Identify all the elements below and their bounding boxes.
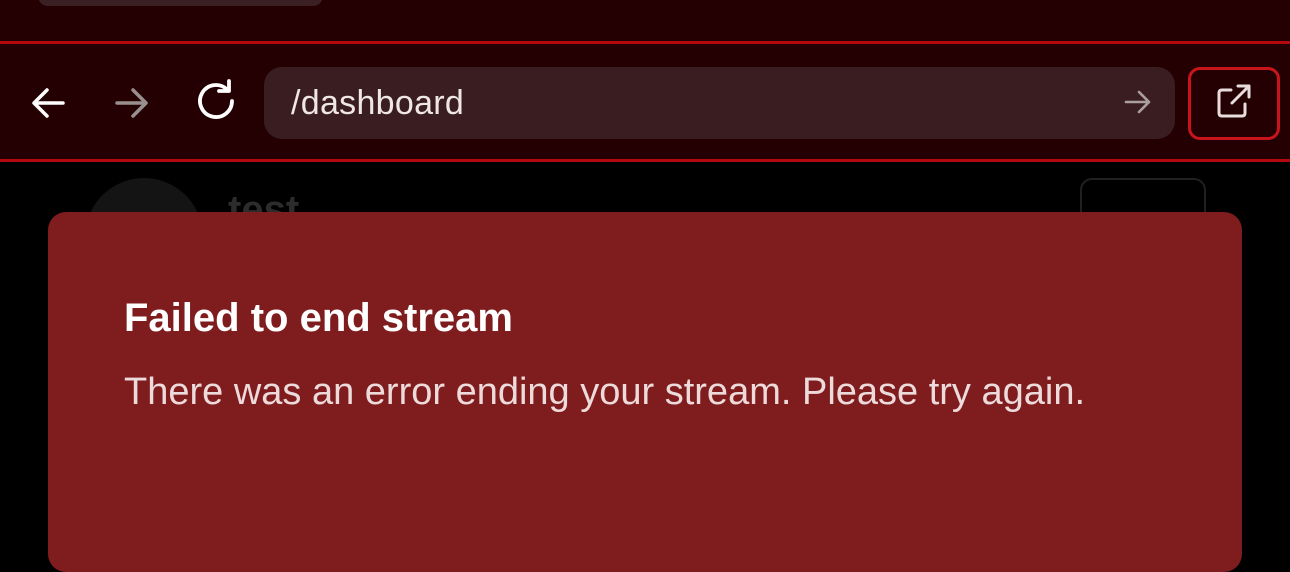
toast-message: There was an error ending your stream. P…: [124, 371, 1086, 413]
toast-title: Failed to end stream: [124, 296, 513, 340]
open-external-button[interactable]: [1188, 67, 1280, 140]
arrow-right-icon: [1124, 89, 1152, 120]
browser-toolbar: /dashboard: [0, 44, 1290, 159]
url-text[interactable]: /dashboard: [291, 85, 464, 121]
arrow-left-icon: [30, 86, 66, 120]
top-strip: [0, 0, 1290, 42]
go-button[interactable]: [1121, 87, 1155, 121]
tab-pill[interactable]: [38, 0, 323, 6]
reload-button[interactable]: [189, 74, 243, 128]
back-button[interactable]: [21, 76, 75, 130]
reload-icon: [193, 78, 239, 124]
forward-button[interactable]: [105, 76, 159, 130]
external-link-icon: [1216, 83, 1252, 124]
error-toast[interactable]: Failed to end stream There was an error …: [48, 212, 1242, 572]
arrow-right-icon: [114, 86, 150, 120]
url-bar[interactable]: /dashboard: [264, 67, 1175, 139]
